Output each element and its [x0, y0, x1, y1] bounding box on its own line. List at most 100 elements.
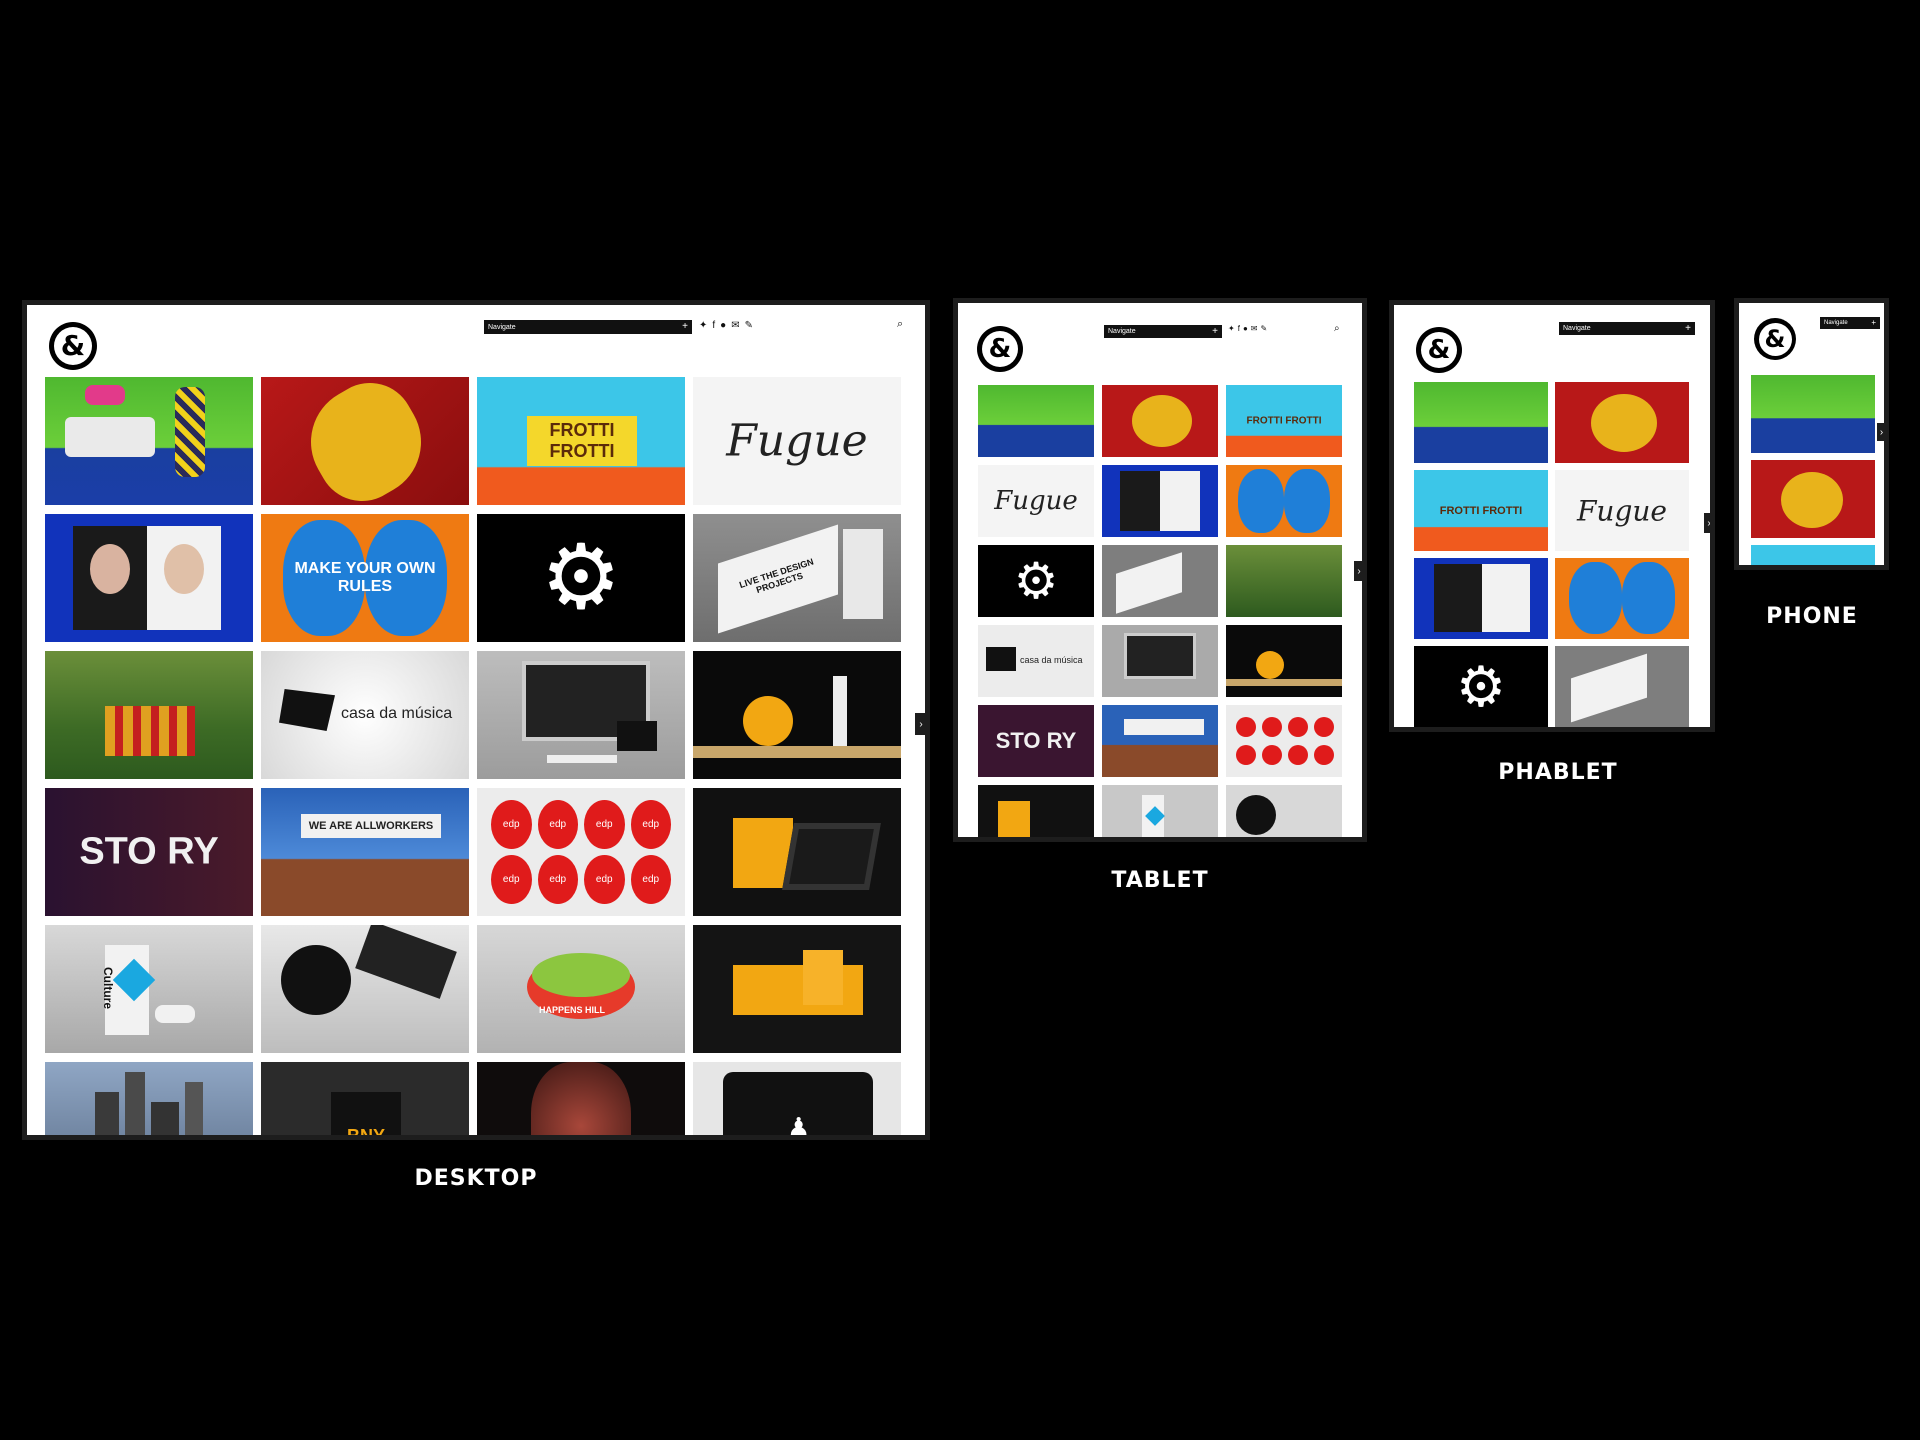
pencil-icon[interactable]: ✎ — [745, 321, 753, 331]
project-tile[interactable]: casa da música — [978, 625, 1094, 697]
project-tile[interactable]: ♟ — [693, 1062, 901, 1135]
project-tile[interactable] — [45, 1062, 253, 1135]
mail-icon[interactable]: ✉ — [731, 321, 739, 331]
project-tile[interactable] — [693, 925, 901, 1053]
project-tile[interactable] — [1751, 460, 1875, 538]
project-tile[interactable]: FROTTI FROTTI — [1414, 470, 1548, 551]
project-tile[interactable] — [1226, 705, 1342, 777]
phone-device: & Navigate + › — [1734, 298, 1889, 570]
project-tile[interactable] — [978, 785, 1094, 837]
project-tile[interactable] — [1555, 382, 1689, 463]
tile-title: Fugue — [726, 415, 868, 467]
logo-icon[interactable]: & — [1416, 327, 1462, 373]
plus-icon: + — [682, 321, 688, 332]
project-tile[interactable] — [1751, 375, 1875, 453]
navigate-label: Navigate — [1824, 320, 1848, 326]
project-tile[interactable] — [1102, 705, 1218, 777]
twitter-icon[interactable]: ✦ — [699, 321, 707, 331]
project-tile[interactable] — [978, 385, 1094, 457]
project-tile[interactable] — [45, 514, 253, 642]
project-tile[interactable] — [1414, 382, 1548, 463]
logo-icon[interactable]: & — [49, 322, 97, 370]
project-tile[interactable] — [1102, 785, 1218, 837]
project-tile[interactable] — [693, 788, 901, 916]
edp-logo: edp — [491, 800, 532, 849]
project-tile[interactable] — [1414, 558, 1548, 639]
project-tile[interactable] — [45, 651, 253, 779]
logo-icon[interactable]: & — [977, 326, 1023, 372]
project-tile[interactable] — [1226, 785, 1342, 837]
tablet-label: TABLET — [1111, 868, 1209, 893]
project-tile[interactable]: Culture — [45, 925, 253, 1053]
project-tile[interactable] — [261, 377, 469, 505]
project-tile[interactable] — [1102, 465, 1218, 537]
tile-title: FROTTI FROTTI — [1439, 504, 1523, 517]
tile-title: Fugue — [1577, 494, 1667, 527]
navigate-menu[interactable]: Navigate + — [1104, 325, 1222, 338]
project-tile[interactable]: STO RY — [978, 705, 1094, 777]
project-tile[interactable] — [477, 651, 685, 779]
project-tile[interactable] — [1226, 625, 1342, 697]
project-tile[interactable]: WE ARE ALLWORKERS — [261, 788, 469, 916]
search-icon[interactable]: ⌕ — [897, 318, 903, 331]
tile-title: BNY — [347, 1126, 386, 1140]
project-tile[interactable]: Fugue — [693, 377, 901, 505]
project-tile[interactable] — [1102, 545, 1218, 617]
project-tile[interactable]: edp edp edp edp edp edp edp edp — [477, 788, 685, 916]
project-tile[interactable] — [1555, 646, 1689, 727]
project-tile[interactable]: STO RY — [45, 788, 253, 916]
project-tile[interactable] — [693, 651, 901, 779]
phablet-label: PHABLET — [1498, 760, 1618, 785]
project-grid: FROTTI FROTTI Fugue ⚙ casa da música STO… — [978, 385, 1342, 837]
project-tile[interactable]: HAPPENS HILL — [477, 925, 685, 1053]
project-tile[interactable]: FROTTI FROTTI — [477, 377, 685, 505]
twitter-icon[interactable]: ✦ — [1228, 325, 1235, 333]
search-icon[interactable]: ⌕ — [1334, 323, 1340, 334]
project-tile[interactable] — [1102, 385, 1218, 457]
project-tile[interactable] — [477, 1062, 685, 1135]
project-tile[interactable]: ⚙ — [978, 545, 1094, 617]
navigate-label: Navigate — [1563, 325, 1591, 332]
tile-title: STO RY — [79, 830, 219, 873]
project-tile[interactable] — [1751, 545, 1875, 565]
project-tile[interactable]: ⚙ — [477, 514, 685, 642]
pencil-icon[interactable]: ✎ — [1260, 325, 1267, 333]
project-tile[interactable]: BNY — [261, 1062, 469, 1140]
project-tile[interactable] — [1555, 558, 1689, 639]
tablet-device: & Navigate + ✦ f ● ✉ ✎ ⌕ FROTTI FROTTI F… — [953, 298, 1367, 842]
project-tile[interactable] — [1226, 545, 1342, 617]
next-arrow-button[interactable]: › — [1877, 423, 1884, 441]
tile-title: FROTTI FROTTI — [527, 416, 637, 466]
edp-logo: edp — [537, 855, 578, 904]
next-arrow-button[interactable]: › — [1354, 561, 1362, 581]
tile-title: Culture — [101, 967, 115, 1009]
project-tile[interactable]: Fugue — [978, 465, 1094, 537]
navigate-menu[interactable]: Navigate + — [1820, 317, 1880, 329]
navigate-menu[interactable]: Navigate + — [484, 320, 692, 334]
project-tile[interactable] — [1102, 625, 1218, 697]
project-grid — [1751, 375, 1875, 565]
project-tile[interactable]: Fugue — [1555, 470, 1689, 551]
facebook-icon[interactable]: f — [1238, 325, 1240, 333]
project-tile[interactable] — [1226, 465, 1342, 537]
plus-icon: + — [1212, 325, 1218, 337]
project-tile[interactable]: casa da música — [261, 651, 469, 779]
project-tile[interactable]: MAKE YOUR OWN RULES — [261, 514, 469, 642]
mail-icon[interactable]: ✉ — [1251, 325, 1258, 333]
phablet-device: & Navigate + FROTTI FROTTI Fugue ⚙ › — [1389, 300, 1715, 732]
project-tile[interactable]: ⚙ — [1414, 646, 1548, 727]
flickr-icon[interactable]: ● — [1243, 325, 1248, 333]
tile-title: FROTTI FROTTI — [1246, 415, 1322, 427]
edp-logo: edp — [491, 855, 532, 904]
navigate-menu[interactable]: Navigate + — [1559, 322, 1695, 335]
facebook-icon[interactable]: f — [712, 321, 715, 331]
project-tile[interactable]: LIVE THE DESIGN PROJECTS — [693, 514, 901, 642]
project-tile[interactable]: FROTTI FROTTI — [1226, 385, 1342, 457]
social-links: ✦ f ● ✉ ✎ — [699, 321, 753, 331]
project-tile[interactable] — [261, 925, 469, 1053]
project-tile[interactable] — [45, 377, 253, 505]
next-arrow-button[interactable]: › — [1704, 513, 1710, 533]
logo-icon[interactable]: & — [1754, 318, 1796, 360]
flickr-icon[interactable]: ● — [720, 321, 726, 331]
next-arrow-button[interactable]: › — [915, 713, 925, 735]
